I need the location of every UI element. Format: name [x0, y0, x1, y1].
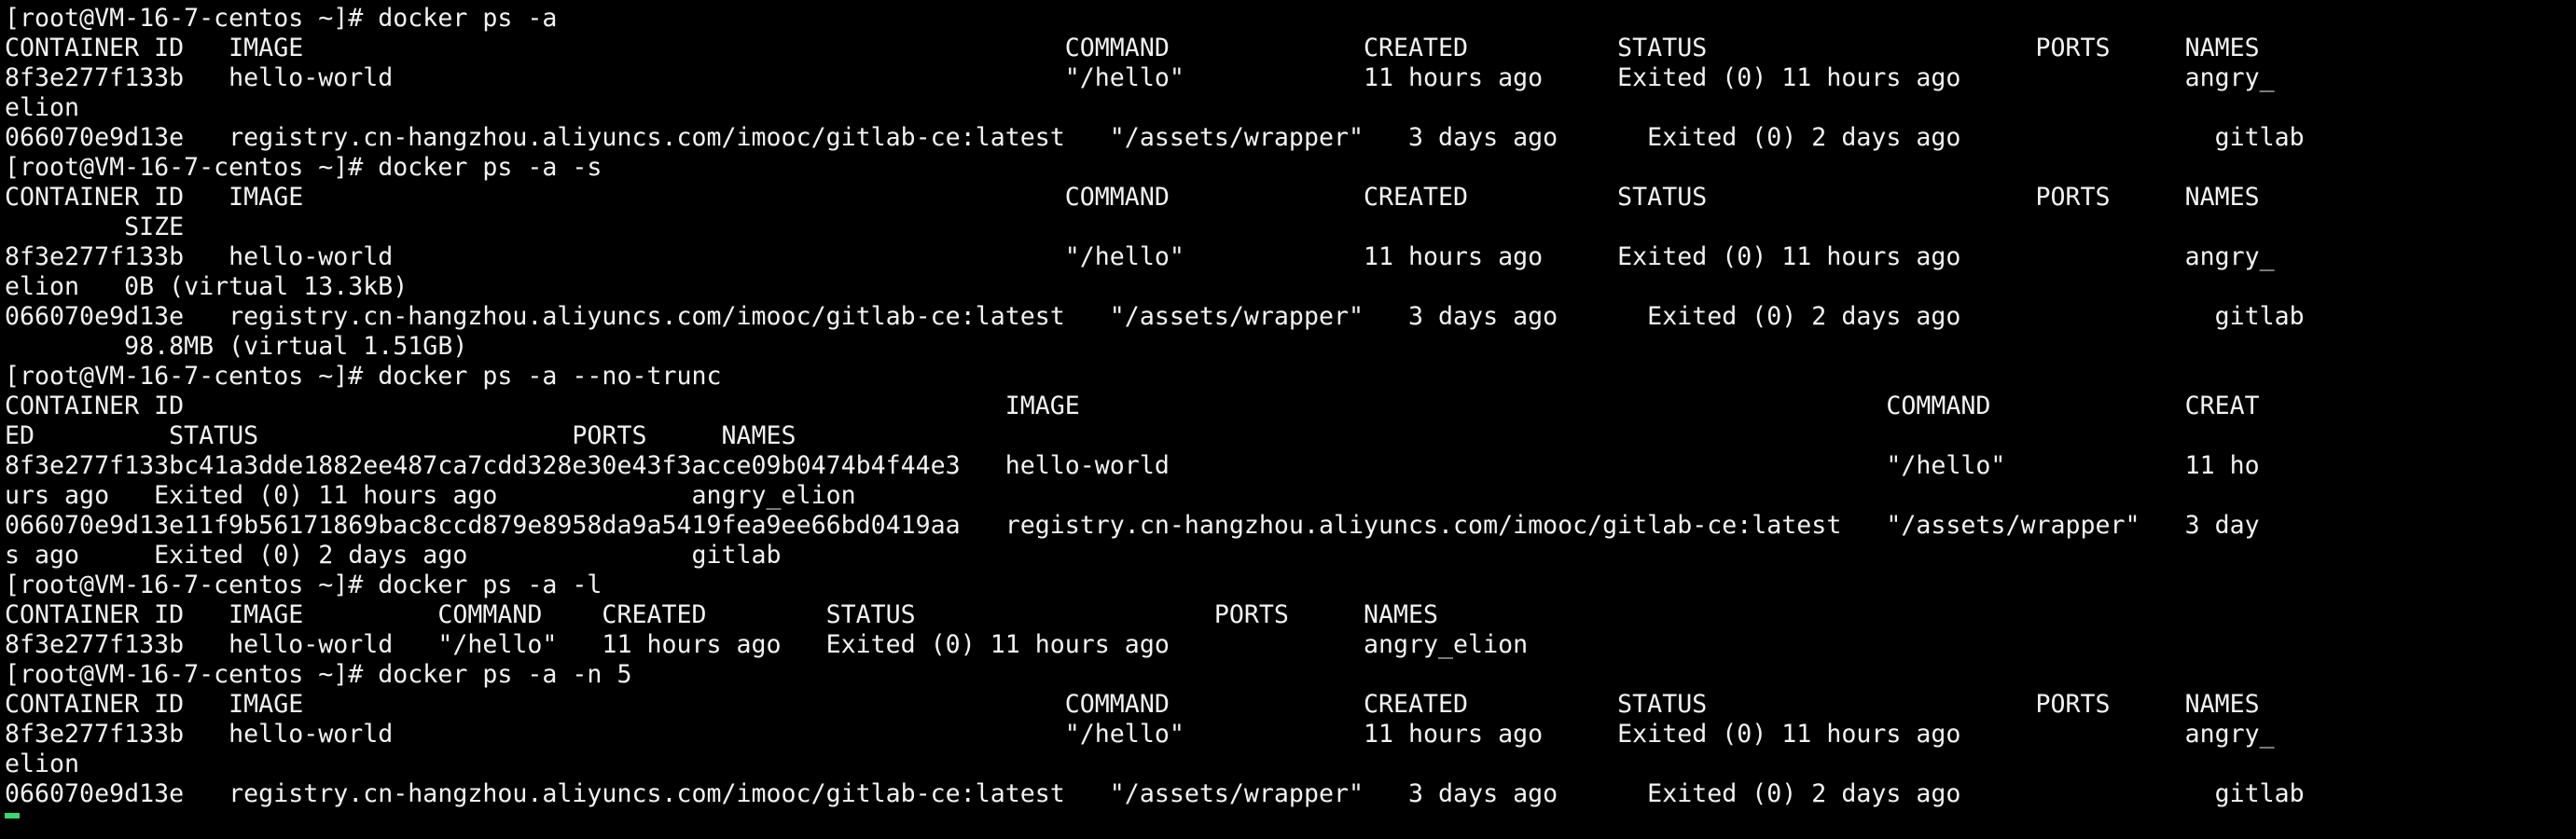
terminal-line: elion	[5, 93, 80, 122]
terminal-line: [root@VM-16-7-centos ~]# docker ps -a -s	[5, 153, 602, 182]
terminal-line: 066070e9d13e registry.cn-hangzhou.aliyun…	[5, 123, 2305, 152]
terminal-line: CONTAINER ID IMAGE COMMAND CREATED STATU…	[5, 690, 2260, 719]
terminal-line: 066070e9d13e registry.cn-hangzhou.aliyun…	[5, 779, 2305, 808]
terminal-line: 8f3e277f133b hello-world "/hello" 11 hou…	[5, 630, 1529, 659]
terminal-line: s ago Exited (0) 2 days ago gitlab	[5, 541, 782, 570]
terminal-line: [root@VM-16-7-centos ~]# docker ps -a	[5, 4, 558, 33]
terminal-prompt-input[interactable]	[5, 809, 2576, 839]
text-cursor	[5, 813, 20, 818]
terminal-line: [root@VM-16-7-centos ~]# docker ps -a --…	[5, 362, 722, 391]
terminal-window[interactable]: [root@VM-16-7-centos ~]# docker ps -a CO…	[0, 0, 2576, 818]
terminal-line: elion 0B (virtual 13.3kB)	[5, 272, 409, 301]
terminal-line: 8f3e277f133b hello-world "/hello" 11 hou…	[5, 242, 2275, 271]
terminal-line: 98.8MB (virtual 1.51GB)	[5, 332, 468, 361]
terminal-line: [root@VM-16-7-centos ~]# docker ps -a -l	[5, 571, 602, 599]
terminal-line: 8f3e277f133bc41a3dde1882ee487ca7cdd328e3…	[5, 451, 2260, 480]
terminal-line: elion	[5, 750, 80, 778]
terminal-line: ED STATUS PORTS NAMES	[5, 421, 796, 450]
terminal-line: CONTAINER ID IMAGE COMMAND CREATED STATU…	[5, 183, 2260, 212]
terminal-line: 066070e9d13e registry.cn-hangzhou.aliyun…	[5, 302, 2305, 331]
terminal-line: CONTAINER ID IMAGE COMMAND CREAT	[5, 392, 2260, 420]
terminal-line: SIZE	[5, 213, 185, 241]
terminal-line: 066070e9d13e11f9b56171869bac8ccd879e8958…	[5, 511, 2260, 540]
terminal-line: urs ago Exited (0) 11 hours ago angry_el…	[5, 481, 856, 510]
terminal-line: CONTAINER ID IMAGE COMMAND CREATED STATU…	[5, 600, 1439, 629]
terminal-line: 8f3e277f133b hello-world "/hello" 11 hou…	[5, 63, 2275, 92]
terminal-line: CONTAINER ID IMAGE COMMAND CREATED STATU…	[5, 34, 2260, 62]
terminal-line: [root@VM-16-7-centos ~]# docker ps -a -n…	[5, 660, 632, 689]
terminal-line: 8f3e277f133b hello-world "/hello" 11 hou…	[5, 720, 2275, 749]
